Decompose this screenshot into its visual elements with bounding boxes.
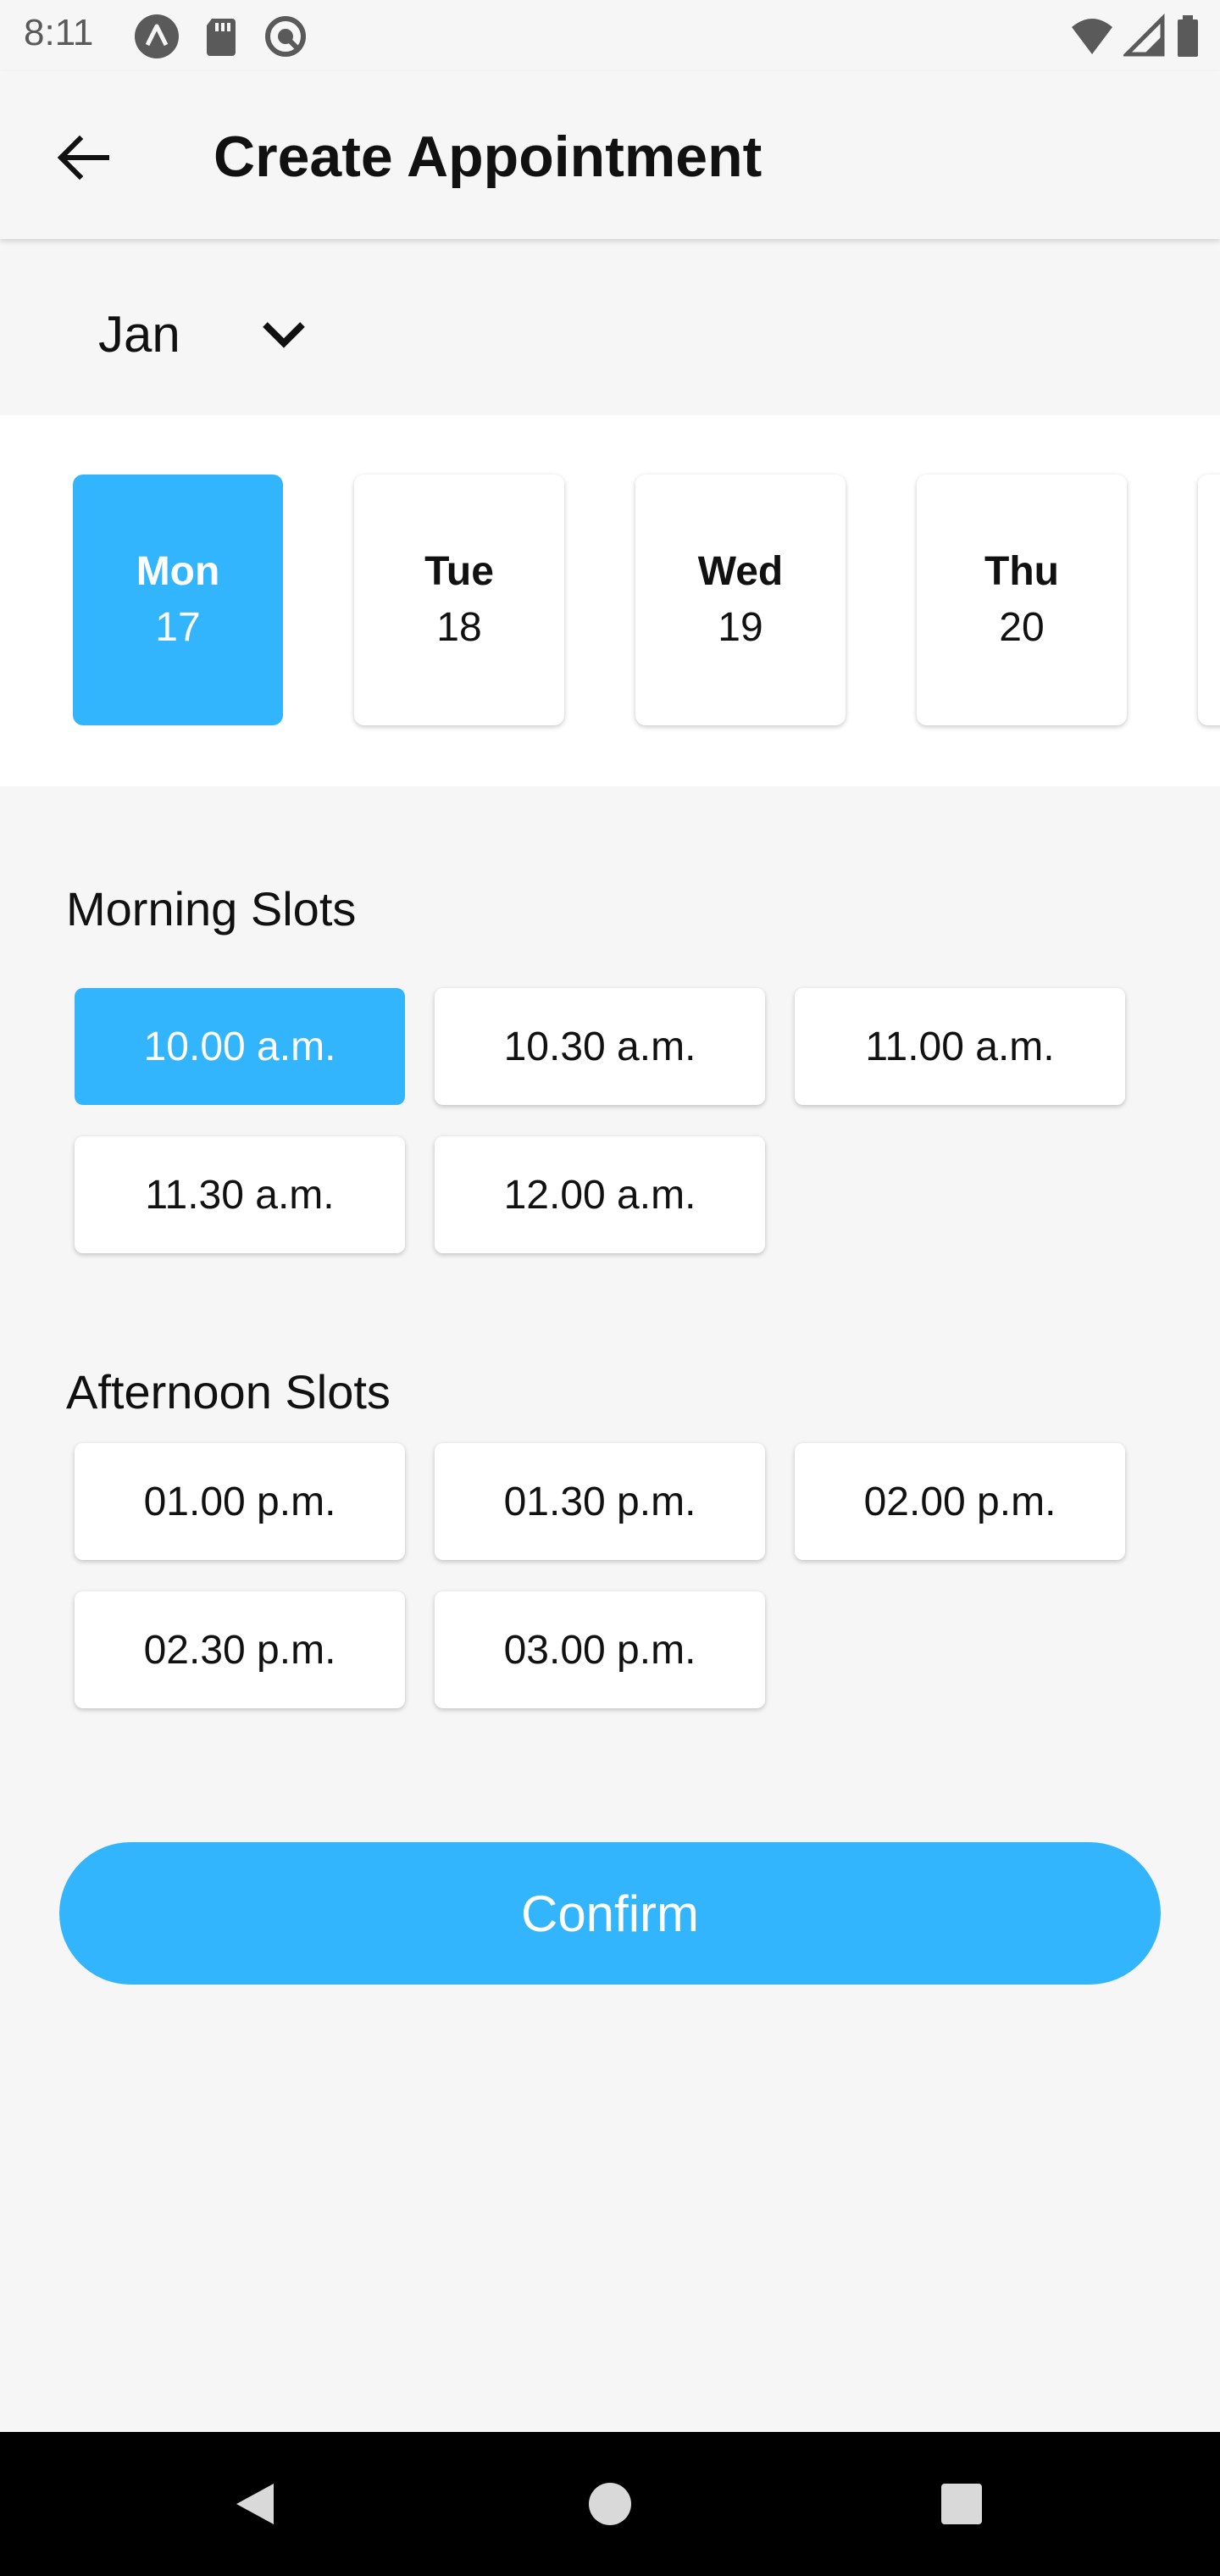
nav-recents-icon — [941, 2484, 982, 2524]
nav-back-icon — [236, 2484, 274, 2524]
status-icons-right — [1071, 13, 1200, 59]
page-title: Create Appointment — [214, 125, 762, 189]
time-slot-button[interactable]: 10.30 a.m. — [435, 988, 765, 1105]
day-card-mon[interactable]: Mon 17 — [73, 475, 283, 725]
time-slot-button[interactable]: 02.30 p.m. — [75, 1591, 405, 1708]
month-label: Jan — [98, 306, 180, 363]
nav-recents-button[interactable] — [923, 2466, 1000, 2542]
day-name: Mon — [136, 549, 220, 594]
sd-card-icon — [198, 14, 244, 59]
morning-slots-title: Morning Slots — [66, 882, 357, 935]
day-strip[interactable]: Mon 17 Tue 18 Wed 19 Thu 20 — [0, 415, 1220, 786]
time-slot-button[interactable]: 01.30 p.m. — [435, 1443, 765, 1560]
nav-home-icon — [589, 2483, 631, 2525]
time-slot-button[interactable]: 03.00 p.m. — [435, 1591, 765, 1708]
time-slot-button[interactable]: 02.00 p.m. — [795, 1443, 1125, 1560]
time-slot-button[interactable]: 11.30 a.m. — [75, 1136, 405, 1253]
day-card-tue[interactable]: Tue 18 — [354, 475, 564, 725]
time-slot-button[interactable]: 10.00 a.m. — [75, 988, 405, 1105]
nav-home-button[interactable] — [572, 2466, 648, 2542]
screen: 8:11 Create Appointment Jan Mon 17 Tue 1… — [0, 0, 1220, 2576]
app-bar: Create Appointment — [0, 71, 1220, 239]
day-name: Tue — [424, 549, 494, 594]
month-row: Jan — [0, 239, 1220, 415]
time-slot-button[interactable]: 12.00 a.m. — [435, 1136, 765, 1253]
back-button[interactable] — [47, 122, 119, 193]
day-card-next-partial[interactable] — [1198, 475, 1220, 725]
day-number: 19 — [718, 605, 763, 650]
month-dropdown[interactable]: Jan — [98, 305, 309, 364]
day-card-thu[interactable]: Thu 20 — [917, 475, 1127, 725]
nav-back-button[interactable] — [217, 2466, 293, 2542]
day-name: Thu — [984, 549, 1059, 594]
battery-icon — [1176, 14, 1200, 59]
status-time: 8:11 — [24, 12, 94, 53]
chevron-down-icon — [258, 318, 309, 352]
day-number: 17 — [155, 605, 201, 650]
day-number: 18 — [436, 605, 482, 650]
afternoon-slots-title: Afternoon Slots — [66, 1365, 391, 1418]
status-bar: 8:11 — [0, 0, 1220, 71]
data-saver-icon — [263, 14, 308, 59]
day-name: Wed — [697, 549, 784, 594]
time-slot-button[interactable]: 01.00 p.m. — [75, 1443, 405, 1560]
signal-icon — [1121, 13, 1166, 59]
wifi-icon — [1071, 14, 1113, 59]
system-nav-bar — [0, 2432, 1220, 2576]
time-slot-button[interactable]: 11.00 a.m. — [795, 988, 1125, 1105]
day-number: 20 — [999, 605, 1045, 650]
confirm-button[interactable]: Confirm — [59, 1842, 1161, 1985]
status-icons-left — [134, 14, 308, 59]
assistant-icon — [134, 14, 180, 59]
arrow-back-icon — [57, 135, 109, 180]
day-card-wed[interactable]: Wed 19 — [635, 475, 846, 725]
